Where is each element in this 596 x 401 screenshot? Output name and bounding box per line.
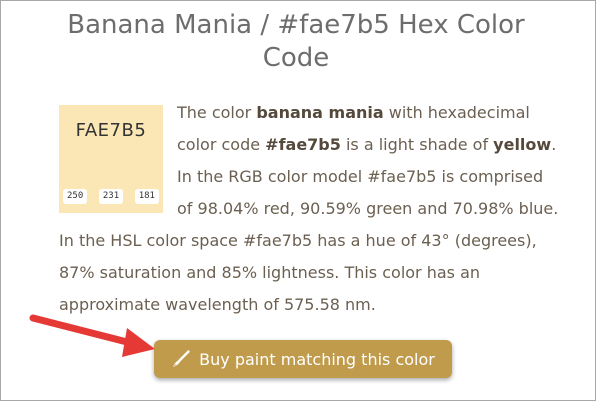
color-hex: #fae7b5: [265, 135, 341, 154]
buy-paint-button[interactable]: Buy paint matching this color: [154, 340, 452, 378]
color-description: The color banana mania with hexadecimal …: [59, 97, 559, 321]
page-frame: Banana Mania / #fae7b5 Hex Color Code FA…: [0, 0, 596, 401]
paintbrush-icon: [173, 350, 190, 367]
swatch-spacer: [59, 97, 177, 225]
color-shade: yellow: [493, 135, 552, 154]
desc-part-3: is a light shade of: [340, 135, 494, 154]
page-title: Banana Mania / #fae7b5 Hex Color Code: [67, 10, 525, 73]
desc-part-1: The color: [177, 103, 257, 122]
red-arrow-icon: [29, 314, 155, 357]
buy-paint-label: Buy paint matching this color: [199, 349, 435, 369]
color-name: banana mania: [256, 103, 384, 122]
